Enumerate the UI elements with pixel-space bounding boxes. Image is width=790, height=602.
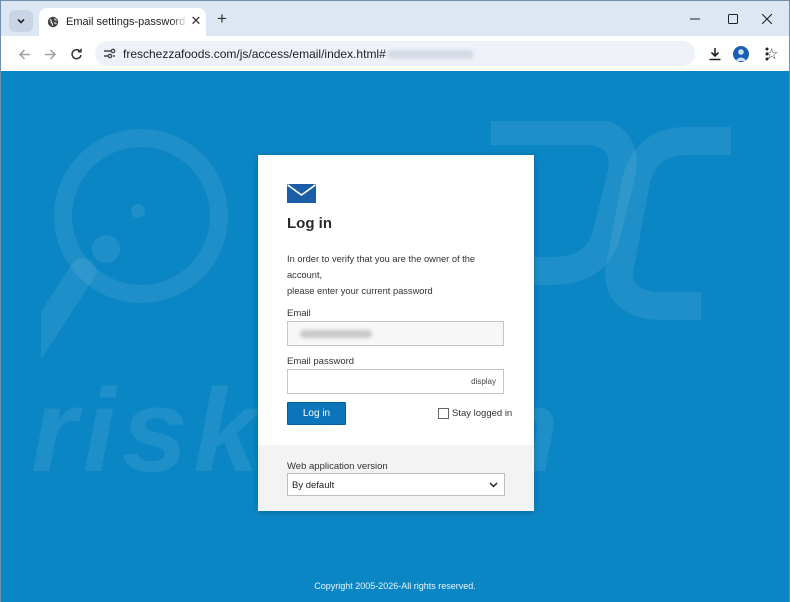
stay-logged-in-checkbox[interactable] — [438, 408, 449, 419]
password-field[interactable]: display — [287, 369, 504, 394]
close-icon[interactable]: ✕ — [189, 14, 203, 28]
tab-title: Email settings-password mainte — [66, 16, 188, 28]
site-info-icon[interactable] — [103, 47, 116, 60]
active-tab[interactable]: Email settings-password mainte ✕ — [39, 8, 206, 36]
tab-search-icon — [17, 18, 25, 24]
intro-text: In order to verify that you are the owne… — [287, 254, 476, 296]
email-field[interactable] — [287, 321, 504, 346]
version-select[interactable]: By default — [287, 473, 505, 496]
login-button[interactable]: Log in — [287, 402, 346, 425]
forward-icon[interactable] — [41, 45, 59, 63]
footer-copyright: Copyright 2005-2026-All rights reserved. — [314, 581, 476, 591]
reload-icon[interactable] — [67, 45, 85, 63]
url-text: freschezzafoods.com/js/access/email/inde… — [123, 47, 474, 61]
login-title: Log in — [287, 215, 332, 232]
globe-icon — [47, 16, 59, 28]
email-label: Email — [287, 308, 311, 319]
maximize-icon[interactable] — [723, 11, 743, 27]
tab-search-button[interactable] — [9, 10, 33, 32]
profile-icon[interactable] — [732, 45, 750, 63]
plus-icon[interactable]: + — [213, 10, 231, 28]
minimize-icon[interactable] — [685, 11, 705, 27]
browser-window: Email settings-password mainte ✕ + fresc… — [0, 0, 790, 602]
close-window-icon[interactable] — [757, 11, 777, 27]
login-card: Log in In order to verify that you are t… — [258, 155, 534, 511]
menu-icon[interactable] — [758, 45, 776, 63]
version-selected-value: By default — [292, 480, 335, 491]
url-redacted — [387, 50, 474, 60]
tab-strip: Email settings-password mainte ✕ + — [1, 1, 789, 36]
magnifier-watermark — [41, 129, 228, 360]
chevron-down-icon — [489, 482, 498, 488]
download-icon[interactable] — [706, 45, 724, 63]
page-content: risk.com Log in In order to verify that … — [1, 71, 789, 602]
toolbar: freschezzafoods.com/js/access/email/inde… — [1, 36, 789, 71]
stay-logged-in-option[interactable]: Stay logged in — [438, 408, 512, 419]
address-bar[interactable]: freschezzafoods.com/js/access/email/inde… — [95, 41, 778, 66]
display-password-toggle[interactable]: display — [471, 377, 496, 386]
email-redacted — [300, 330, 372, 338]
password-label: Email password — [287, 356, 355, 367]
back-icon[interactable] — [15, 45, 33, 63]
envelope-icon — [287, 184, 316, 203]
version-label: Web application version — [287, 461, 388, 472]
stay-logged-in-label: Stay logged in — [452, 408, 513, 419]
